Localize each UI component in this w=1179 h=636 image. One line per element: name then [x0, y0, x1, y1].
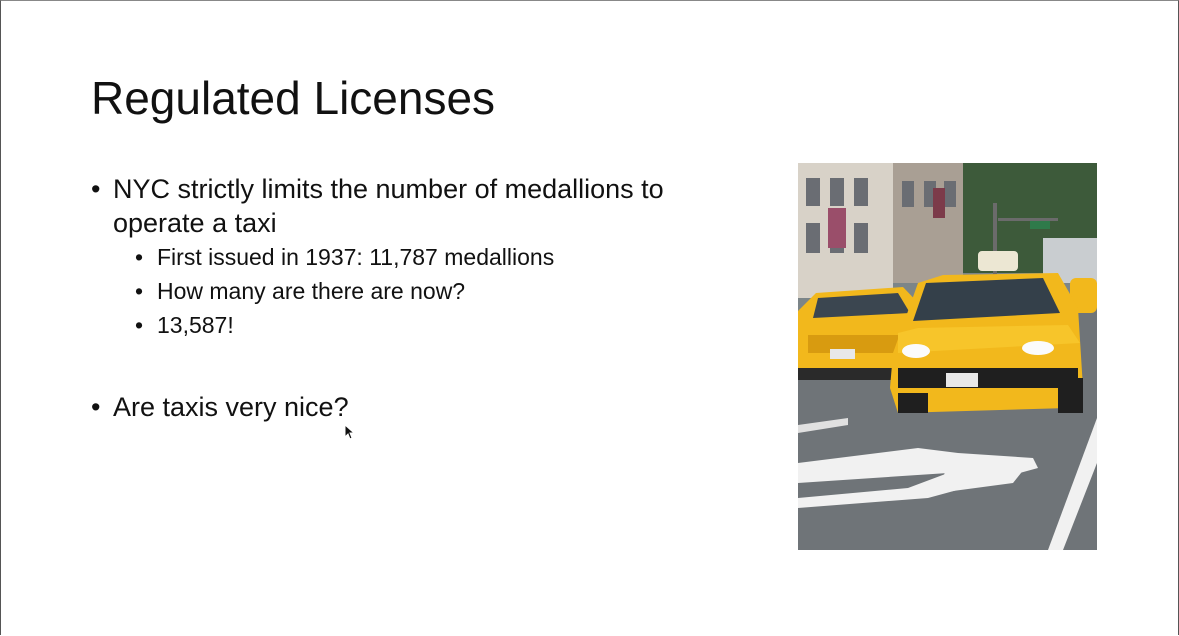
- bullet-dot: •: [135, 278, 144, 304]
- bullet-dot: •: [91, 174, 101, 204]
- sub-bullet-text: How many are there are now?: [157, 278, 466, 304]
- sub-bullet-item: • First issued in 1937: 11,787 medallion…: [91, 240, 751, 274]
- sub-bullet-item: • 13,587!: [91, 308, 751, 342]
- bullet-item: • Are taxis very nice?: [91, 390, 751, 424]
- bullet-dot: •: [91, 392, 101, 422]
- bullet-text: Are taxis very nice?: [113, 392, 349, 422]
- slide-title: Regulated Licenses: [91, 72, 496, 124]
- bullet-item: • NYC strictly limits the number of meda…: [91, 172, 751, 240]
- sub-bullet-item: • How many are there are now?: [91, 274, 751, 308]
- bullet-list: • NYC strictly limits the number of meda…: [91, 172, 751, 424]
- bullet-dot: •: [135, 244, 144, 270]
- bullet-text: NYC strictly limits the number of medall…: [113, 174, 664, 238]
- taxi-photo: [798, 163, 1097, 550]
- taxi-street-photo-icon: [798, 163, 1097, 550]
- sub-bullet-text: 13,587!: [157, 312, 234, 338]
- bullet-dot: •: [135, 312, 144, 338]
- sub-bullet-text: First issued in 1937: 11,787 medallions: [157, 244, 555, 270]
- mouse-cursor-icon: [344, 424, 356, 440]
